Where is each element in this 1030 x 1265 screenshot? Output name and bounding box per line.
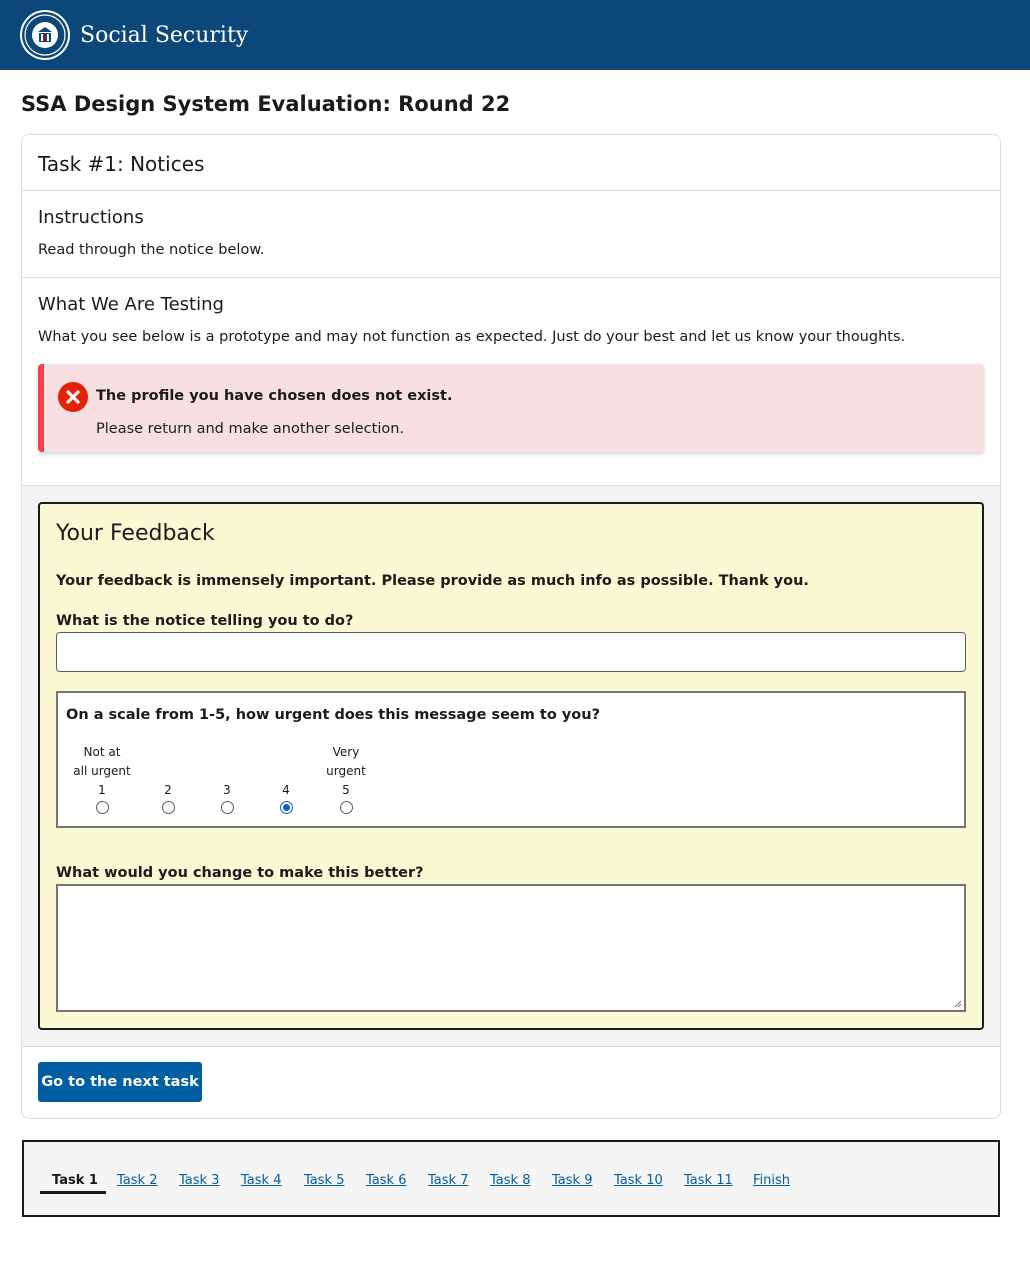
urgency-radio-3[interactable] [220,801,234,814]
urgency-radio-4[interactable] [279,801,293,814]
feedback-title: Your Feedback [56,521,215,546]
urgency-radio-1[interactable] [95,801,109,814]
task-nav-item-2[interactable]: Task 2 [117,1172,157,1190]
improvement-question-label: What would you change to make this bette… [56,865,424,881]
testing-text: What you see below is a prototype and ma… [38,329,906,345]
task-card: Task #1: Notices Instructions Read throu… [21,134,1001,1119]
testing-section: What We Are Testing What you see below i… [22,278,1000,486]
urgency-radio-5[interactable] [339,801,353,814]
task-nav-item-1[interactable]: Task 1 [52,1172,98,1190]
task-header: Task #1: Notices [22,135,1000,191]
task-nav-item-4[interactable]: Task 4 [241,1172,281,1190]
task-nav-item-11[interactable]: Task 11 [684,1172,733,1190]
task-nav-item-5[interactable]: Task 5 [304,1172,344,1190]
instructions-section: Instructions Read through the notice bel… [22,191,1000,278]
instructions-heading: Instructions [38,207,144,228]
task-nav-item-10[interactable]: Task 10 [614,1172,663,1190]
next-task-button[interactable]: Go to the next task [38,1062,202,1102]
brand-name[interactable]: Social Security [80,22,248,50]
urgency-option-5-top: Very [332,745,360,759]
task-navigation: Task 1 Task 2 Task 3 Task 4 Task 5 Task … [22,1140,1000,1217]
testing-heading: What We Are Testing [38,294,224,315]
page-title: SSA Design System Evaluation: Round 22 [21,92,511,116]
feedback-section: Your Feedback Your feedback is immensely… [22,486,1000,1047]
notice-answer-input[interactable] [56,632,966,672]
task-nav-item-6[interactable]: Task 6 [366,1172,406,1190]
alert-body: Please return and make another selection… [96,421,405,437]
task-nav-item-7[interactable]: Task 7 [428,1172,468,1190]
urgency-scale: On a scale from 1-5, how urgent does thi… [56,691,966,828]
feedback-intro: Your feedback is immensely important. Pl… [56,573,809,589]
resize-grip-icon[interactable] [954,1000,962,1008]
urgency-radio-2[interactable] [161,801,175,814]
task-nav-item-9[interactable]: Task 9 [552,1172,592,1190]
improvement-textarea[interactable] [56,884,966,1012]
notice-question-label: What is the notice telling you to do? [56,613,354,629]
instructions-text: Read through the notice below. [38,242,265,258]
urgency-option-5-bottom: urgent [326,764,366,778]
urgency-option-5[interactable]: Very urgent 5 [306,743,386,814]
task-heading: Task #1: Notices [38,152,205,176]
feedback-box: Your Feedback Your feedback is immensely… [38,502,984,1030]
alert-title: The profile you have chosen does not exi… [96,388,453,404]
urgency-question: On a scale from 1-5, how urgent does thi… [66,707,600,723]
error-alert: The profile you have chosen does not exi… [38,364,984,452]
task-nav-item-8[interactable]: Task 8 [490,1172,530,1190]
task-nav-finish[interactable]: Finish [753,1172,790,1190]
site-header: Social Security [0,0,1030,70]
active-task-indicator [40,1191,106,1194]
task-nav-item-3[interactable]: Task 3 [179,1172,219,1190]
ssa-seal-icon[interactable] [20,10,70,60]
error-x-icon [58,382,88,412]
urgency-option-5-value: 5 [342,783,350,797]
